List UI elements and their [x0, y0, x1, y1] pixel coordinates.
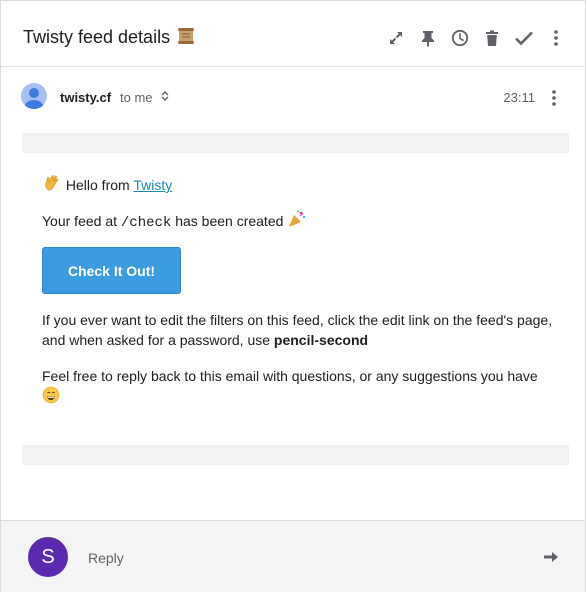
waving-hand-icon — [42, 173, 62, 198]
sender-name[interactable]: twisty.cf — [60, 90, 111, 105]
email-header: Twisty feed details — [1, 1, 585, 67]
body-top-band — [22, 133, 569, 153]
feedback-text: Feel free to reply back to this email wi… — [42, 368, 538, 384]
scroll-icon — [176, 26, 196, 51]
feed-suffix-text: has been created — [171, 213, 284, 229]
trash-icon[interactable] — [481, 27, 503, 49]
edit-instructions-paragraph: If you ever want to edit the filters on … — [42, 310, 562, 350]
user-avatar: S — [28, 537, 68, 577]
feed-path: /check — [120, 215, 172, 231]
header-actions — [375, 27, 567, 49]
feedback-paragraph: Feel free to reply back to this email wi… — [42, 366, 562, 409]
feed-prefix-text: Your feed at — [42, 213, 121, 229]
password-text: pencil-second — [273, 332, 369, 348]
check-it-out-button[interactable]: Check It Out! — [42, 247, 181, 294]
done-check-icon[interactable] — [513, 27, 535, 49]
greeting-text: Hello from — [65, 177, 134, 193]
greeting-line: Hello from Twisty — [42, 173, 172, 198]
more-vertical-icon[interactable] — [545, 27, 567, 49]
forward-arrow-icon[interactable] — [543, 549, 559, 565]
snooze-clock-icon[interactable] — [449, 27, 471, 49]
expand-icon[interactable] — [385, 27, 407, 49]
sender-avatar — [21, 83, 47, 109]
more-vertical-icon[interactable] — [547, 87, 561, 109]
email-subject: Twisty feed details — [23, 26, 196, 51]
party-popper-icon — [287, 209, 307, 234]
message-time: 23:11 — [503, 90, 535, 105]
reply-input[interactable]: Reply — [88, 550, 124, 566]
feed-created-line: Your feed at /check has been created — [42, 209, 307, 234]
body-bottom-band — [22, 445, 569, 465]
email-card: Twisty feed details twisty.cf to me 23:1… — [0, 0, 586, 592]
reply-bar: S Reply — [1, 520, 585, 592]
recipient-label: to me — [120, 90, 153, 105]
recipient-details-icon[interactable] — [160, 89, 170, 103]
pin-icon[interactable] — [417, 27, 439, 49]
subject-text: Twisty feed details — [23, 27, 171, 47]
sender-row: twisty.cf to me 23:11 — [1, 79, 585, 117]
twisty-link[interactable]: Twisty — [133, 177, 172, 193]
grinning-face-icon — [42, 386, 60, 409]
